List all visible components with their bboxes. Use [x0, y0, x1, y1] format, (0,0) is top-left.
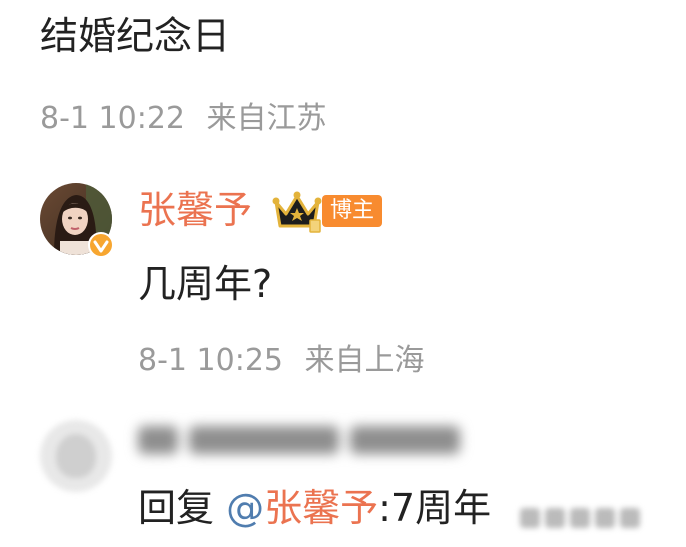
post-location: 来自江苏: [206, 101, 327, 136]
comment-location: 来自上海: [304, 343, 425, 378]
mention-at-sign[interactable]: @: [226, 486, 264, 530]
comment-time: 8-1 10:25: [138, 343, 283, 378]
crown-icon: [272, 191, 322, 233]
reply-body: :7周年: [378, 486, 492, 530]
watermark: [520, 508, 670, 536]
post-meta: 8-1 10:22 来自江苏: [40, 98, 327, 140]
blogger-tag: 博主: [322, 195, 383, 227]
blurred-username: [138, 420, 468, 460]
reply-text: 回复 @张馨予:7周年: [138, 482, 491, 534]
comment-text: 几周年?: [138, 262, 273, 306]
avatar-placeholder-icon: [56, 434, 96, 478]
post-text: 结婚纪念日: [40, 14, 231, 58]
comment-meta: 8-1 10:25 来自上海: [138, 340, 425, 382]
reply-prefix: 回复: [138, 486, 215, 530]
mention-link[interactable]: 张馨予: [264, 486, 378, 530]
post-time: 8-1 10:22: [40, 101, 185, 136]
reply-avatar[interactable]: [40, 420, 112, 492]
commenter-name[interactable]: 张馨予: [138, 184, 252, 236]
verified-badge-icon: [88, 232, 114, 258]
